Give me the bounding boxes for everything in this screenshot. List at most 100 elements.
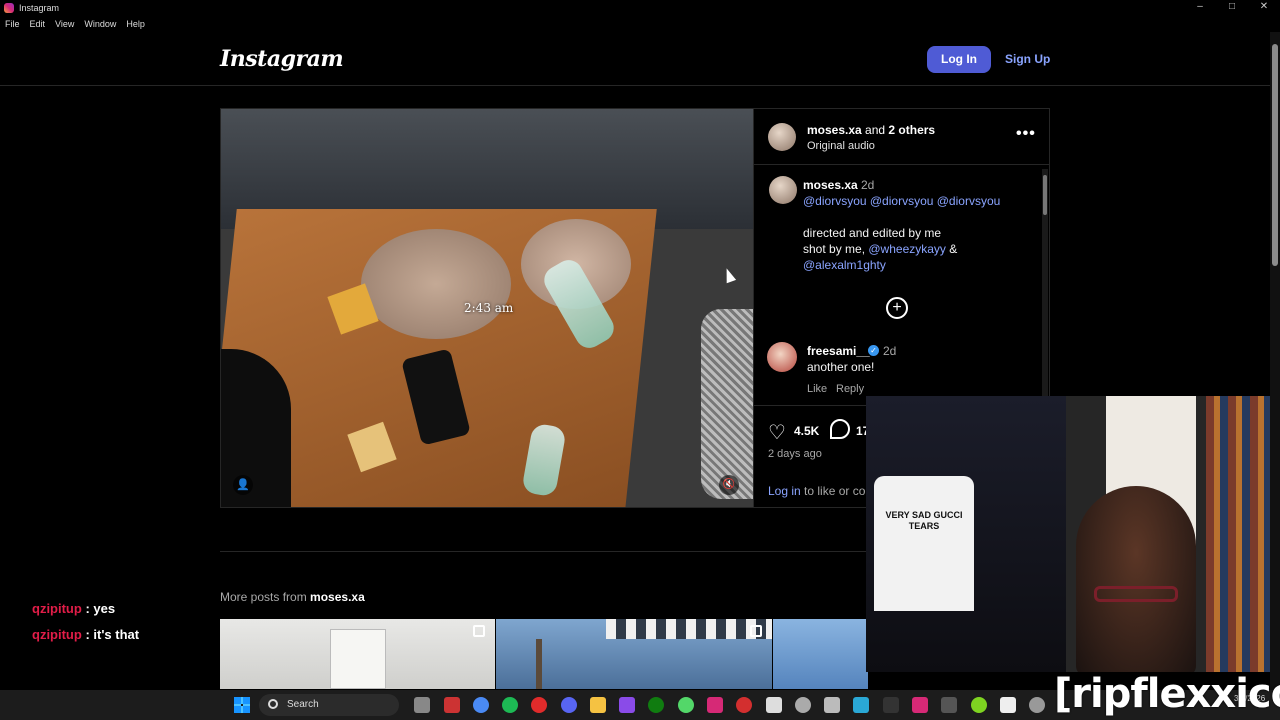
thumbnail-door [330, 629, 386, 689]
commenter-avatar[interactable] [767, 342, 797, 372]
webcam-overlay: VERY SAD GUCCI TEARS [866, 396, 1280, 672]
more-posts-heading: More posts from moses.xa [220, 590, 365, 604]
chatgpt-icon[interactable] [795, 697, 811, 713]
more-options-icon[interactable]: ••• [1016, 125, 1036, 143]
streamer-watermark: [ripflexxico] [1054, 671, 1280, 717]
author-avatar[interactable] [768, 123, 796, 151]
caption-line-2: shot by me, @wheezykayy & [803, 242, 957, 256]
caption-avatar[interactable] [769, 176, 797, 204]
post-thumbnail[interactable] [773, 619, 868, 689]
chat-message: qzipitup : it's that [32, 627, 140, 642]
authors-and: and [865, 123, 886, 137]
opera-icon[interactable] [531, 697, 547, 713]
app-icon[interactable] [824, 697, 840, 713]
windows-start-icon[interactable] [234, 697, 250, 713]
app-icon[interactable] [766, 697, 782, 713]
comment-like-button[interactable]: Like [807, 383, 827, 395]
webcam-clothes-rack [1206, 396, 1280, 672]
other-authors[interactable]: 2 others [888, 123, 935, 137]
search-icon [268, 699, 278, 709]
mention-wheezykayy[interactable]: @wheezykayy [868, 242, 946, 256]
caption-mentions[interactable]: @diorvsyou @diorvsyou @diorvsyou [803, 194, 1000, 208]
taskbar-search[interactable]: Search [259, 694, 399, 716]
mention-alexalm1ghty[interactable]: @alexalm1ghty [803, 258, 886, 272]
caption-line-2-prefix: shot by me, [803, 242, 866, 256]
more-posts-user[interactable]: moses.xa [310, 590, 365, 604]
chrome-icon[interactable] [473, 697, 489, 713]
app-icon[interactable] [678, 697, 694, 713]
window-controls: – □ ✕ [1184, 0, 1280, 16]
app-icon[interactable] [941, 697, 957, 713]
instagram-taskbar-icon[interactable] [912, 697, 928, 713]
video-sneaker [701, 309, 753, 499]
carousel-icon [473, 625, 485, 637]
menu-help[interactable]: Help [121, 19, 150, 29]
user-tag-icon[interactable]: 👤 [233, 475, 253, 495]
comment-text: another one! [807, 360, 875, 374]
chat-message: qzipitup : yes [32, 601, 116, 616]
caption-line-1: directed and edited by me [803, 226, 942, 240]
like-count[interactable]: 4.5K [794, 424, 819, 438]
thumbnail-awning [606, 619, 772, 639]
menu-window[interactable]: Window [79, 19, 121, 29]
chat-text: it's that [93, 627, 140, 642]
app-icon[interactable] [1000, 697, 1016, 713]
load-more-comments-icon[interactable]: + [886, 297, 908, 319]
instagram-app-icon [4, 3, 14, 13]
post-date: 2 days ago [768, 448, 822, 460]
webcam-glasses [1094, 586, 1178, 602]
login-button[interactable]: Log In [927, 46, 991, 73]
discord-icon[interactable] [561, 697, 577, 713]
chat-text: yes [93, 601, 116, 616]
post-thumbnail[interactable] [496, 619, 772, 689]
thumbnail-palm [536, 639, 542, 689]
settings-icon[interactable] [1029, 697, 1045, 713]
menu-bar: File Edit View Window Help [0, 16, 1280, 32]
minimize-button[interactable]: – [1184, 0, 1216, 16]
post-authors: moses.xa and 2 others [807, 123, 935, 137]
post-thumbnail[interactable] [220, 619, 495, 689]
window-title: Instagram [19, 3, 60, 13]
heart-icon[interactable]: ♡ [768, 420, 786, 445]
notepad-icon[interactable] [853, 697, 869, 713]
menu-view[interactable]: View [50, 19, 79, 29]
signup-link[interactable]: Sign Up [1005, 46, 1050, 73]
comments-scrollbar-thumb[interactable] [1043, 175, 1047, 215]
audio-app-icon[interactable] [883, 697, 899, 713]
page-scrollbar-thumb[interactable] [1272, 44, 1278, 266]
app-icon[interactable] [736, 697, 752, 713]
menu-file[interactable]: File [0, 19, 25, 29]
comment-username[interactable]: freesami__ [807, 344, 870, 358]
caption-time: 2d [861, 178, 875, 192]
menu-edit[interactable]: Edit [25, 19, 51, 29]
spotify-icon[interactable] [502, 697, 518, 713]
app-icon[interactable] [971, 697, 987, 713]
mute-icon[interactable]: 🔇 [719, 475, 739, 495]
webcam-streamer [1076, 486, 1196, 672]
carousel-icon [750, 625, 762, 637]
caption-username[interactable]: moses.xa [803, 178, 858, 192]
instagram-taskbar-icon[interactable] [707, 697, 723, 713]
verified-badge-icon: ✓ [868, 345, 879, 356]
comment-icon[interactable] [830, 419, 850, 439]
chat-username: qzipitup [32, 601, 82, 616]
instagram-logo[interactable]: Instagram [220, 46, 344, 72]
xbox-icon[interactable] [648, 697, 664, 713]
close-button[interactable]: ✕ [1248, 0, 1280, 16]
webcam-shirt: VERY SAD GUCCI TEARS [874, 476, 974, 611]
comment-reply-button[interactable]: Reply [836, 383, 864, 395]
task-view-icon[interactable] [414, 697, 430, 713]
caption-line-2-suffix: & [949, 242, 958, 256]
login-link[interactable]: Log in [768, 484, 801, 498]
app-icon[interactable] [444, 697, 460, 713]
shirt-print: VERY SAD GUCCI TEARS [885, 510, 963, 531]
post-video[interactable]: 2:43 am 👤 🔇 [221, 109, 753, 507]
video-overlay-time: 2:43 am [464, 301, 514, 315]
instagram-header: Instagram Log In Sign Up [0, 32, 1270, 86]
file-explorer-icon[interactable] [590, 697, 606, 713]
app-icon[interactable] [619, 697, 635, 713]
window-titlebar: Instagram – □ ✕ [0, 0, 1280, 16]
audio-label[interactable]: Original audio [807, 140, 875, 152]
author-username[interactable]: moses.xa [807, 123, 862, 137]
maximize-button[interactable]: □ [1216, 0, 1248, 16]
